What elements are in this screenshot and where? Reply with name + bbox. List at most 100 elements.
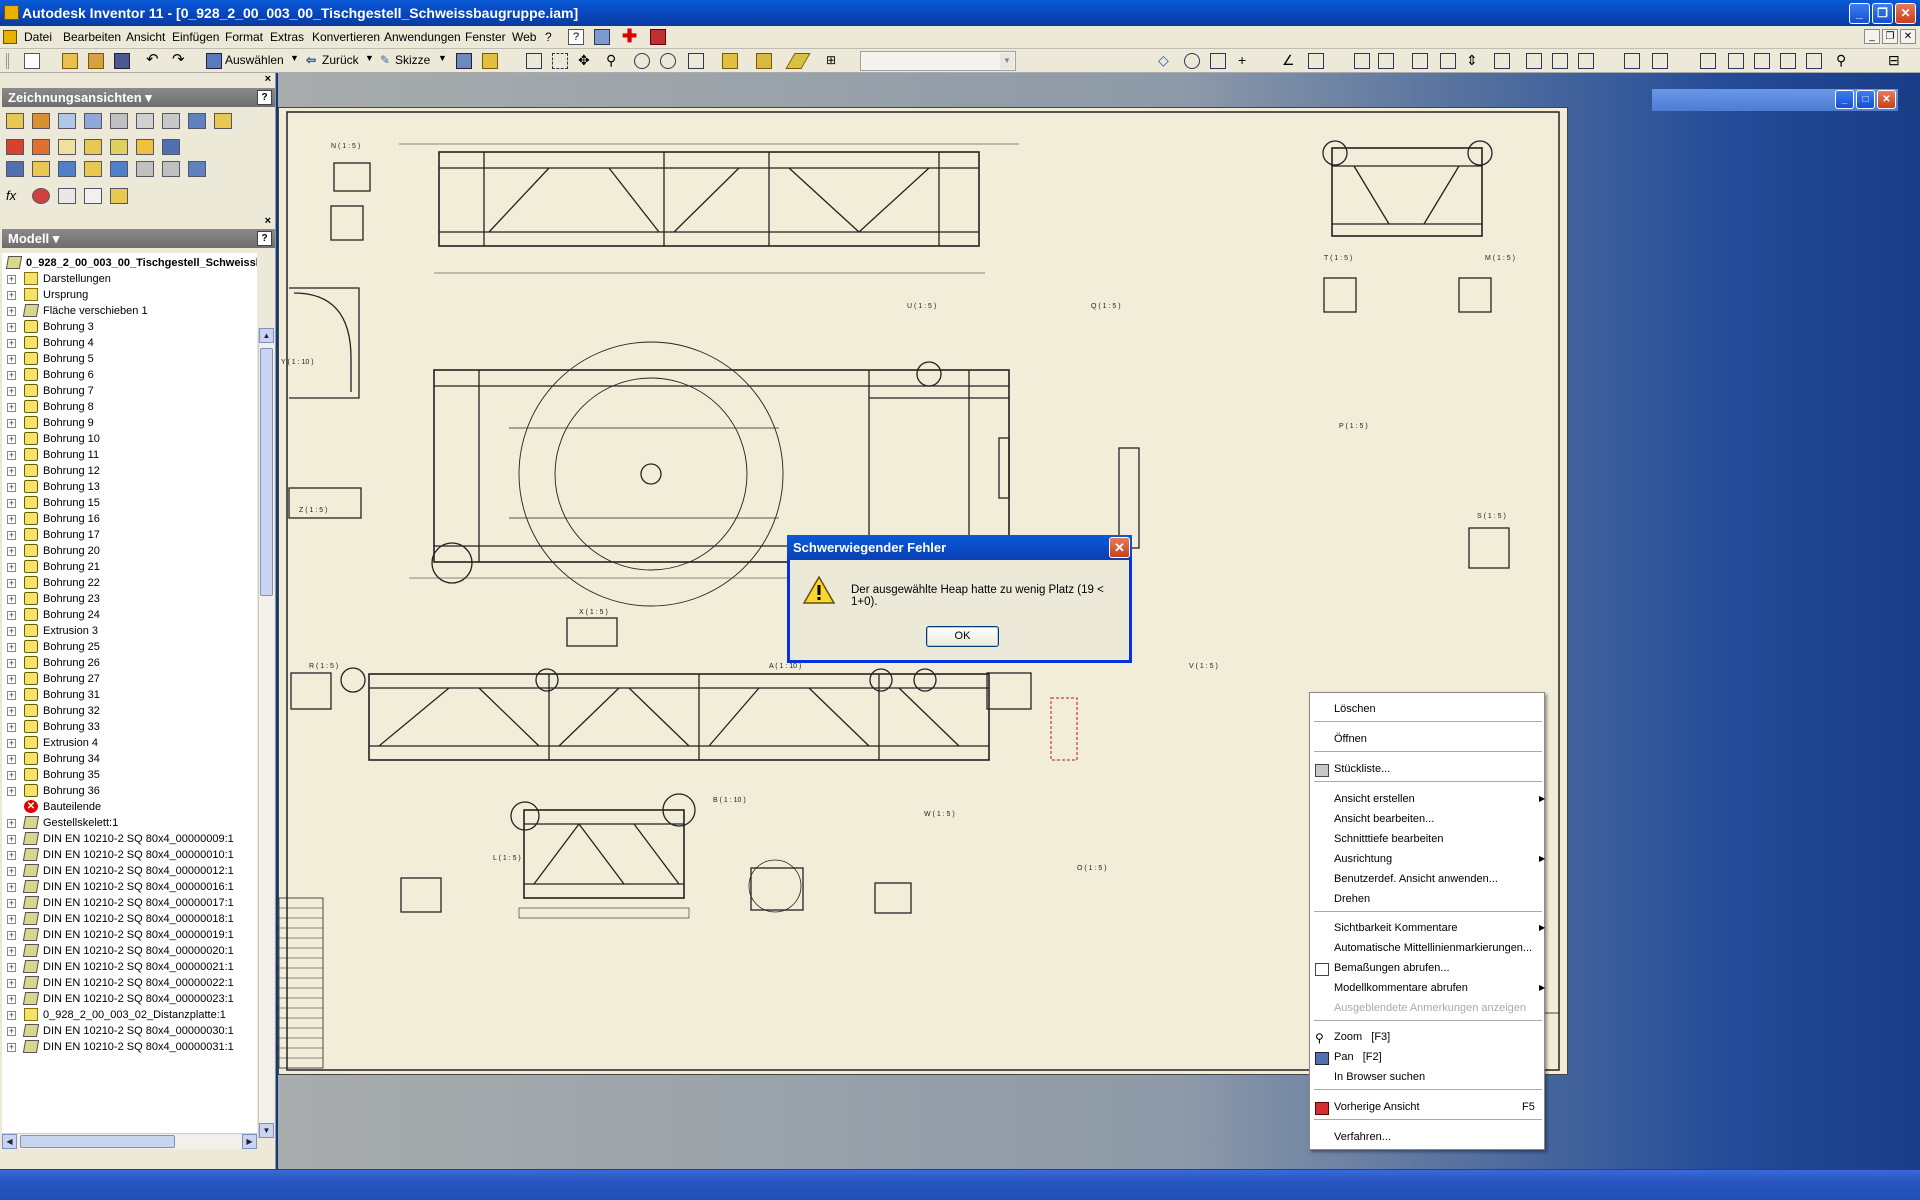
expand-icon[interactable]: + [7, 675, 16, 684]
expand-icon[interactable]: + [7, 835, 16, 844]
expand-icon[interactable]: + [7, 931, 16, 940]
broken-view-icon[interactable] [136, 113, 154, 129]
hscroll-thumb[interactable] [20, 1135, 175, 1148]
model-panel-close-icon[interactable]: × [265, 215, 271, 227]
expand-icon[interactable]: + [7, 819, 16, 828]
expand-icon[interactable]: + [7, 1027, 16, 1036]
menu-item-schnitttiefe[interactable]: Schnitttiefe bearbeiten [1334, 830, 1443, 848]
tree-horizontal-scrollbar[interactable]: ◀ ▶ [2, 1133, 257, 1149]
menu-item-stueckliste[interactable]: Stückliste... [1334, 760, 1390, 778]
inner-minimize-button[interactable]: _ [1835, 90, 1854, 109]
model-panel-header[interactable]: Modell ▾ ? [2, 229, 275, 248]
caterpillar-icon[interactable] [1652, 53, 1668, 69]
whats-this-icon[interactable] [594, 29, 610, 45]
slice-icon[interactable] [785, 53, 811, 69]
drawing-views-panel-header[interactable]: Zeichnungsansichten ▾ ? [2, 88, 275, 107]
menu-item-ausrichtung[interactable]: Ausrichtung ▶ [1334, 850, 1545, 868]
menu-item-sichtbarkeit[interactable]: Sichtbarkeit Kommentare ▶ [1334, 919, 1545, 937]
menu-konvertieren[interactable]: Konvertieren [312, 30, 380, 44]
menu-fenster[interactable]: Fenster [465, 30, 506, 44]
expand-icon[interactable]: + [7, 611, 16, 620]
measure-icon[interactable]: ⊞ [826, 53, 842, 69]
panel-close-icon[interactable]: × [265, 73, 271, 85]
expand-icon[interactable]: + [7, 355, 16, 364]
leader-icon[interactable]: ∠ [1282, 53, 1298, 69]
table-icon[interactable] [1552, 53, 1568, 69]
menu-item-drehen[interactable]: Drehen [1334, 890, 1370, 908]
hatch-view-icon[interactable] [110, 139, 128, 155]
scroll-up-icon[interactable]: ▲ [259, 328, 274, 343]
menu-item-verfahren[interactable]: Verfahren... [1334, 1128, 1391, 1146]
zoom-all-icon[interactable] [526, 53, 542, 69]
lock-icon[interactable] [110, 188, 128, 204]
sketch-view-icon[interactable] [84, 139, 102, 155]
grid-view-icon[interactable] [136, 161, 154, 177]
datum-icon[interactable]: ⇕ [1466, 53, 1482, 69]
auxiliary-view-icon[interactable] [58, 113, 76, 129]
red-cross-icon[interactable]: ✚ [622, 27, 638, 45]
select-button-label[interactable]: Auswählen [225, 53, 284, 67]
section-view-icon[interactable] [84, 113, 102, 129]
draft-view-icon[interactable] [6, 139, 24, 155]
expand-icon[interactable]: + [7, 643, 16, 652]
menu-item-pan[interactable]: Pan [F2] [1334, 1048, 1382, 1066]
harness-icon[interactable] [58, 161, 76, 177]
styles-icon[interactable] [1780, 53, 1796, 69]
menu-datei[interactable]: Datei [24, 30, 52, 44]
part-view-icon[interactable] [84, 161, 102, 177]
open-project-icon[interactable] [88, 53, 104, 69]
expand-icon[interactable]: + [7, 451, 16, 460]
expand-icon[interactable]: + [7, 291, 16, 300]
look-at-icon[interactable] [688, 53, 704, 69]
scroll-thumb[interactable] [260, 348, 273, 596]
centerline-icon[interactable]: + [1238, 53, 1254, 69]
tree-vertical-scrollbar[interactable]: ▲ ▼ [258, 328, 274, 1138]
expand-icon[interactable]: + [7, 723, 16, 732]
dimension-icon[interactable]: ◇ [1158, 53, 1174, 69]
expand-icon[interactable]: + [7, 707, 16, 716]
expand-icon[interactable]: + [7, 691, 16, 700]
dialog-close-button[interactable]: ✕ [1109, 537, 1130, 558]
expand-icon[interactable]: + [7, 947, 16, 956]
expand-icon[interactable]: + [7, 995, 16, 1004]
expand-icon[interactable]: + [7, 563, 16, 572]
redo-icon[interactable]: ↷ [172, 52, 188, 69]
select-dropdown-arrow-icon[interactable]: ▼ [290, 53, 299, 63]
expand-icon[interactable]: + [7, 1011, 16, 1020]
new-sheet-icon[interactable] [58, 139, 76, 155]
menu-item-bemassungen[interactable]: Bemaßungen abrufen... [1334, 959, 1450, 977]
expand-icon[interactable]: + [7, 755, 16, 764]
expand-icon[interactable]: + [7, 419, 16, 428]
undo-icon[interactable]: ↶ [146, 52, 162, 69]
assembly-view-icon[interactable] [32, 161, 50, 177]
doc-close-button[interactable]: ✕ [1900, 29, 1916, 44]
expand-icon[interactable]: + [7, 547, 16, 556]
shadow-icon[interactable] [756, 53, 772, 69]
menu-item-ansicht-erstellen[interactable]: Ansicht erstellen ▶ [1334, 790, 1545, 808]
hole-note-icon[interactable] [1308, 53, 1324, 69]
zoom-window-icon[interactable] [552, 53, 568, 69]
baseline-icon[interactable] [1184, 53, 1200, 69]
expand-icon[interactable]: + [7, 403, 16, 412]
parameters-icon[interactable]: fx [6, 188, 24, 204]
ordinate-icon[interactable] [1210, 53, 1226, 69]
expand-icon[interactable]: + [7, 771, 16, 780]
model-help-icon[interactable]: ? [257, 231, 272, 246]
doc-restore-button[interactable]: ❐ [1882, 29, 1898, 44]
menu-item-oeffnen[interactable]: Öffnen [1334, 730, 1367, 748]
expand-icon[interactable]: + [7, 963, 16, 972]
break-out-icon[interactable] [162, 113, 180, 129]
weld-symbol-icon[interactable] [1412, 53, 1428, 69]
centermark-icon[interactable] [136, 139, 154, 155]
expand-icon[interactable]: + [7, 595, 16, 604]
menu-format[interactable]: Format [225, 30, 263, 44]
menu-ansicht[interactable]: Ansicht [126, 30, 165, 44]
display-mode-icon[interactable] [722, 53, 738, 69]
browser-tree-icon[interactable] [58, 188, 76, 204]
help-icon[interactable]: ? [568, 29, 584, 45]
global-update-icon[interactable] [482, 53, 498, 69]
expand-icon[interactable]: + [7, 467, 16, 476]
expand-icon[interactable]: + [7, 883, 16, 892]
style-combobox[interactable]: ▼ [860, 51, 1016, 71]
end-fill-icon[interactable] [1700, 53, 1716, 69]
